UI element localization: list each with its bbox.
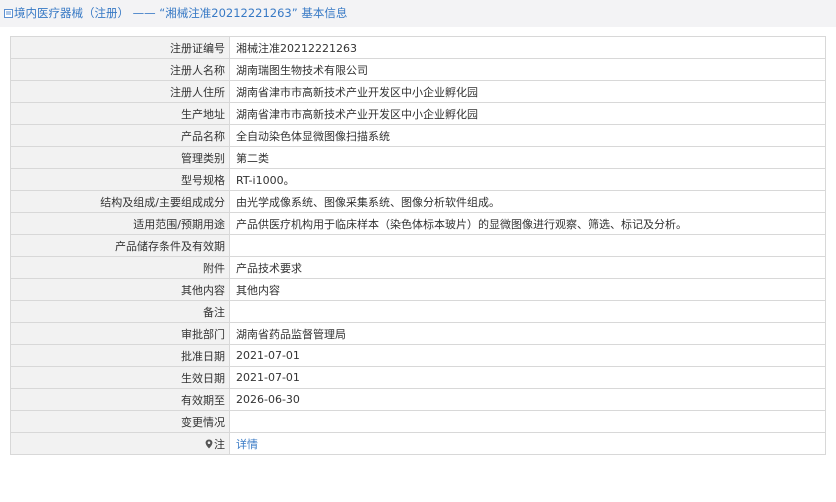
row-label: 备注 [10, 300, 230, 323]
row-label: 产品储存条件及有效期 [10, 234, 230, 257]
row-value: 湖南瑞图生物技术有限公司 [229, 58, 826, 81]
row-value: 其他内容 [229, 278, 826, 301]
row-label: 注册证编号 [10, 36, 230, 59]
row-value [229, 234, 826, 257]
row-label: 适用范围/预期用途 [10, 212, 230, 235]
table-row: 适用范围/预期用途 产品供医疗机构用于临床样本（染色体标本玻片）的显微图像进行观… [10, 212, 826, 235]
table-row: 产品名称 全自动染色体显微图像扫描系统 [10, 124, 826, 147]
row-value: 2026-06-30 [229, 388, 826, 411]
doc-icon [4, 9, 13, 18]
row-value: 湘械注准20212221263 [229, 36, 826, 59]
table-row: 审批部门 湖南省药品监督管理局 [10, 322, 826, 345]
row-label: 附件 [10, 256, 230, 279]
row-label: 其他内容 [10, 278, 230, 301]
row-label: 型号规格 [10, 168, 230, 191]
row-label: 注册人名称 [10, 58, 230, 81]
row-label: 变更情况 [10, 410, 230, 433]
table-row: 型号规格 RT-i1000。 [10, 168, 826, 191]
row-value: 湖南省津市市高新技术产业开发区中小企业孵化园 [229, 102, 826, 125]
row-label: 注册人住所 [10, 80, 230, 103]
row-label: 审批部门 [10, 322, 230, 345]
table-row: 变更情况 [10, 410, 826, 433]
table-row: 注册人住所 湖南省津市市高新技术产业开发区中小企业孵化园 [10, 80, 826, 103]
row-label: 批准日期 [10, 344, 230, 367]
row-label: 生效日期 [10, 366, 230, 389]
note-value-cell: 详情 [229, 432, 826, 455]
table-row: 备注 [10, 300, 826, 323]
table-row: 管理类别 第二类 [10, 146, 826, 169]
details-link[interactable]: 详情 [236, 438, 258, 451]
page-header: 境内医疗器械（注册） —— “湘械注准20212221263” 基本信息 [0, 0, 836, 27]
row-value: 第二类 [229, 146, 826, 169]
row-value: RT-i1000。 [229, 168, 826, 191]
page-title: 境内医疗器械（注册） —— “湘械注准20212221263” 基本信息 [14, 6, 348, 20]
row-label: 结构及组成/主要组成成分 [10, 190, 230, 213]
table-row: 结构及组成/主要组成成分 由光学成像系统、图像采集系统、图像分析软件组成。 [10, 190, 826, 213]
row-value: 全自动染色体显微图像扫描系统 [229, 124, 826, 147]
row-label: 管理类别 [10, 146, 230, 169]
row-value [229, 410, 826, 433]
row-label: 有效期至 [10, 388, 230, 411]
table-row: 注册证编号 湘械注准20212221263 [10, 36, 826, 59]
row-label: 生产地址 [10, 102, 230, 125]
row-label: 产品名称 [10, 124, 230, 147]
note-label: 注 [214, 437, 225, 451]
row-value: 2021-07-01 [229, 344, 826, 367]
table-row: 其他内容 其他内容 [10, 278, 826, 301]
row-value: 湖南省津市市高新技术产业开发区中小企业孵化园 [229, 80, 826, 103]
table-row: 生产地址 湖南省津市市高新技术产业开发区中小企业孵化园 [10, 102, 826, 125]
row-value [229, 300, 826, 323]
table-row: 注册人名称 湖南瑞图生物技术有限公司 [10, 58, 826, 81]
row-value: 由光学成像系统、图像采集系统、图像分析软件组成。 [229, 190, 826, 213]
table-row-note: 注 详情 [10, 432, 826, 455]
info-table: 注册证编号 湘械注准20212221263 注册人名称 湖南瑞图生物技术有限公司… [10, 36, 826, 455]
table-row: 生效日期 2021-07-01 [10, 366, 826, 389]
row-value: 产品技术要求 [229, 256, 826, 279]
table-row: 有效期至 2026-06-30 [10, 388, 826, 411]
note-label-cell: 注 [10, 432, 230, 455]
table-row: 批准日期 2021-07-01 [10, 344, 826, 367]
location-pin-icon [205, 439, 213, 448]
row-value: 湖南省药品监督管理局 [229, 322, 826, 345]
row-value: 2021-07-01 [229, 366, 826, 389]
row-value: 产品供医疗机构用于临床样本（染色体标本玻片）的显微图像进行观察、筛选、标记及分析… [229, 212, 826, 235]
table-row: 附件 产品技术要求 [10, 256, 826, 279]
info-table-container: 注册证编号 湘械注准20212221263 注册人名称 湖南瑞图生物技术有限公司… [10, 36, 826, 455]
table-row: 产品储存条件及有效期 [10, 234, 826, 257]
